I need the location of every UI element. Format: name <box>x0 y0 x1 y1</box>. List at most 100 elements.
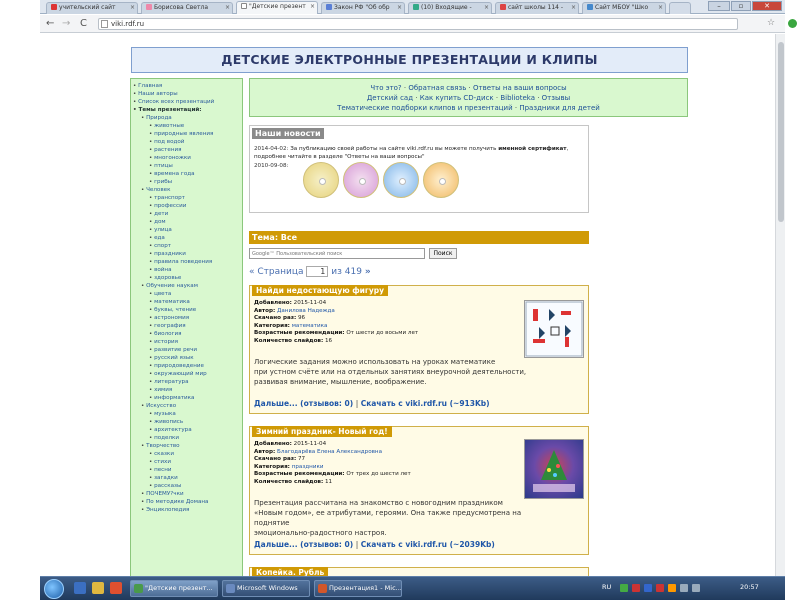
sidebar-item[interactable]: цвета <box>133 290 240 298</box>
sidebar-item[interactable]: Главная <box>133 82 240 90</box>
sidebar-item[interactable]: растения <box>133 146 240 154</box>
browser-tab[interactable]: Закон РФ "Об обр × <box>321 2 405 14</box>
next-page-link[interactable]: » <box>365 267 371 277</box>
network-icon[interactable] <box>692 584 700 592</box>
browser-tab-active[interactable]: "Детские презент × <box>236 1 318 14</box>
tray-icon[interactable] <box>668 584 676 592</box>
sidebar-item[interactable]: Искусство <box>133 402 240 410</box>
sidebar-item[interactable]: астрономия <box>133 314 240 322</box>
sidebar-item[interactable]: литература <box>133 378 240 386</box>
sidebar-item[interactable]: математика <box>133 298 240 306</box>
link-thematic[interactable]: Тематические подборки клипов и презентац… <box>337 104 513 112</box>
sidebar-item[interactable]: география <box>133 322 240 330</box>
close-tab-icon[interactable]: × <box>397 4 402 11</box>
sidebar-item[interactable]: птицы <box>133 162 240 170</box>
sidebar-item[interactable]: спорт <box>133 242 240 250</box>
browser-tab[interactable]: сайт школы 114 - × <box>495 2 579 14</box>
browser-tab[interactable]: Борисова Светла × <box>141 2 233 14</box>
folder-icon[interactable] <box>92 582 104 594</box>
sidebar-item[interactable]: улица <box>133 226 240 234</box>
sidebar-item[interactable]: под водой <box>133 138 240 146</box>
close-tab-icon[interactable]: × <box>225 4 230 11</box>
back-arrow-icon[interactable]: ← <box>46 18 54 30</box>
maximize-button[interactable]: ▫ <box>731 1 751 11</box>
sidebar-item[interactable]: грибы <box>133 178 240 186</box>
tray-icon[interactable] <box>656 584 664 592</box>
close-tab-icon[interactable]: × <box>130 4 135 11</box>
ie-icon[interactable] <box>74 582 86 594</box>
reload-icon[interactable]: C <box>80 18 87 30</box>
prev-page-link[interactable]: « Страница <box>249 267 304 277</box>
sidebar-item[interactable]: профессии <box>133 202 240 210</box>
scrollbar-thumb[interactable] <box>778 42 784 222</box>
category-link[interactable]: праздники <box>292 464 324 470</box>
sidebar-item[interactable]: многоножки <box>133 154 240 162</box>
download-link[interactable]: Скачать с viki.rdf.ru (~913Kb) <box>361 399 490 408</box>
sidebar-item[interactable]: химия <box>133 386 240 394</box>
download-link[interactable]: Скачать с viki.rdf.ru (~2039Kb) <box>361 540 495 549</box>
sidebar-item[interactable]: биология <box>133 330 240 338</box>
sidebar-item[interactable]: Творчество <box>133 442 240 450</box>
browser-tab[interactable]: учительский сайт × <box>46 2 138 14</box>
link-what-is-this[interactable]: Что это? <box>370 84 401 92</box>
more-link[interactable]: Дальше... (отзывов: 0) <box>254 540 353 549</box>
sidebar-item[interactable]: информатика <box>133 394 240 402</box>
sidebar-item[interactable]: окружающий мир <box>133 370 240 378</box>
sidebar-item[interactable]: русский язык <box>133 354 240 362</box>
close-tab-icon[interactable]: × <box>571 4 576 11</box>
close-tab-icon[interactable]: × <box>484 4 489 11</box>
taskbar-item-chrome[interactable]: "Детские презент... <box>130 580 218 597</box>
sidebar-item[interactable]: правила поведения <box>133 258 240 266</box>
sidebar-item[interactable]: праздники <box>133 250 240 258</box>
link-kindergarten[interactable]: Детский сад <box>367 94 413 102</box>
volume-icon[interactable] <box>680 584 688 592</box>
sidebar-item[interactable]: времена года <box>133 170 240 178</box>
sidebar-item[interactable]: музыка <box>133 410 240 418</box>
close-window-button[interactable]: ✕ <box>752 1 782 11</box>
sidebar-item[interactable]: Природа <box>133 114 240 122</box>
author-link[interactable]: Благодарёва Елена Александровна <box>277 449 382 455</box>
sidebar-item[interactable]: Обучение наукам <box>133 282 240 290</box>
sidebar-item[interactable]: архитектура <box>133 426 240 434</box>
search-button[interactable]: Поиск <box>429 248 457 259</box>
presentation-title[interactable]: Найди недостающую фигуру <box>252 285 388 296</box>
cd-disc-image[interactable] <box>383 162 419 198</box>
presentation-thumbnail[interactable] <box>524 439 584 499</box>
vertical-scrollbar[interactable] <box>775 34 785 576</box>
forward-arrow-icon[interactable]: → <box>62 18 70 30</box>
link-reviews[interactable]: Отзывы <box>542 94 571 102</box>
sidebar-item[interactable]: история <box>133 338 240 346</box>
sidebar-item[interactable]: природоведение <box>133 362 240 370</box>
bookmark-star-icon[interactable]: ☆ <box>767 18 775 29</box>
sidebar-item[interactable]: дом <box>133 218 240 226</box>
sidebar-item[interactable]: развитие речи <box>133 346 240 354</box>
sidebar-item[interactable]: По методике Домана <box>133 498 240 506</box>
browser-tab[interactable]: (10) Входящие - × <box>408 2 492 14</box>
page-number-input[interactable]: 1 <box>306 266 329 277</box>
sidebar-item[interactable]: Человек <box>133 186 240 194</box>
more-link[interactable]: Дальше... (отзывов: 0) <box>254 399 353 408</box>
sidebar-item[interactable]: животные <box>133 122 240 130</box>
tray-icon[interactable] <box>632 584 640 592</box>
author-link[interactable]: Данилова Надежда <box>277 308 335 314</box>
extension-icon[interactable] <box>788 19 797 28</box>
close-tab-icon[interactable]: × <box>658 4 663 11</box>
sidebar-item[interactable]: загадки <box>133 474 240 482</box>
sidebar-item[interactable]: война <box>133 266 240 274</box>
sidebar-item[interactable]: рассказы <box>133 482 240 490</box>
cd-disc-image[interactable] <box>423 162 459 198</box>
link-feedback[interactable]: Обратная связь <box>408 84 466 92</box>
search-input[interactable] <box>249 248 425 259</box>
taskbar-item-windows[interactable]: Microsoft Windows <box>222 580 310 597</box>
cd-disc-image[interactable] <box>303 162 339 198</box>
taskbar-item-powerpoint[interactable]: Презентация1 - Mic... <box>314 580 402 597</box>
start-button[interactable] <box>44 579 64 599</box>
sidebar-item[interactable]: природные явления <box>133 130 240 138</box>
clock[interactable]: 20:57 <box>740 583 759 591</box>
sidebar-item[interactable]: дети <box>133 210 240 218</box>
news-link-certificate[interactable]: именной сертификат <box>498 146 566 152</box>
sidebar-item[interactable]: Наши авторы <box>133 90 240 98</box>
presentation-title[interactable]: Копейка. Рубль <box>252 567 329 576</box>
sidebar-item[interactable]: сказки <box>133 450 240 458</box>
presentation-title[interactable]: Зимний праздник- Новый год! <box>252 426 392 437</box>
